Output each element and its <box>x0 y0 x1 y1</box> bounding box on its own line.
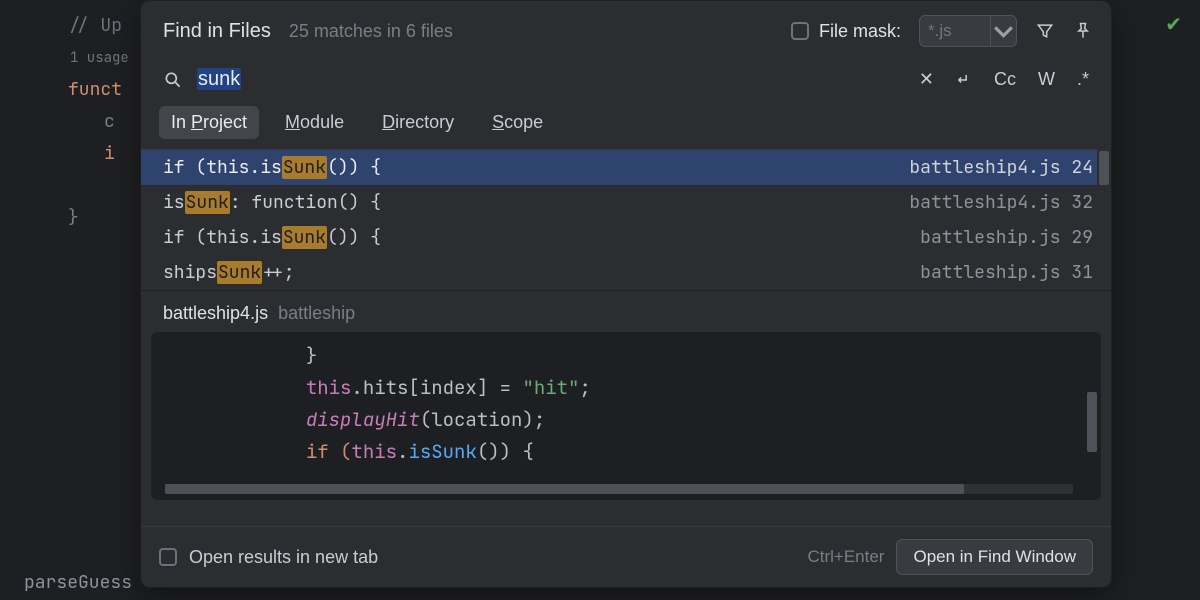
file-mask-label: File mask: <box>819 21 901 42</box>
usages-hint: 1 usage <box>68 42 129 74</box>
open-new-tab-checkbox[interactable] <box>159 548 177 566</box>
code-char: c <box>68 106 115 138</box>
clear-search-icon[interactable]: ✕ <box>919 69 934 90</box>
search-text: sunk <box>197 68 241 90</box>
file-mask-field[interactable] <box>919 15 1017 47</box>
code-char: i <box>68 138 115 170</box>
pin-icon[interactable] <box>1073 21 1093 41</box>
preview-h-scrollbar[interactable] <box>165 484 1073 494</box>
dialog-titlebar: Find in Files 25 matches in 6 files File… <box>141 1 1111 57</box>
file-mask-checkbox[interactable] <box>791 22 809 40</box>
editor-bottom-text: parseGuess <box>24 571 132 594</box>
code-kw: funct <box>68 74 122 106</box>
file-mask-group: File mask: <box>791 21 901 42</box>
preview-file: battleship4.js <box>163 303 268 324</box>
words-toggle[interactable]: W <box>1034 67 1059 92</box>
results-list: if (this.isSunk()) { battleship4.js 24 i… <box>141 149 1111 290</box>
tab-scope[interactable]: Scope <box>480 106 555 139</box>
preview-v-scrollbar[interactable] <box>1087 392 1097 452</box>
inspection-ok-icon[interactable]: ✔ <box>1165 12 1182 37</box>
results-scrollbar[interactable] <box>1097 149 1111 290</box>
tab-in-project[interactable]: In Project <box>159 106 259 139</box>
filter-icon[interactable] <box>1035 21 1055 41</box>
match-case-toggle[interactable]: Cc <box>990 67 1020 92</box>
tab-directory[interactable]: Directory <box>370 106 466 139</box>
code-comment: // Up <box>68 10 122 42</box>
match-count: 25 matches in 6 files <box>289 21 453 42</box>
dialog-footer: Open results in new tab Ctrl+Enter Open … <box>141 526 1111 587</box>
preview-header: battleship4.js battleship <box>141 290 1111 332</box>
newline-toggle[interactable] <box>948 68 976 92</box>
file-mask-input[interactable] <box>920 21 990 41</box>
preview-path: battleship <box>278 303 355 324</box>
result-row[interactable]: if (this.isSunk()) { battleship.js 29 <box>141 220 1111 255</box>
dialog-title: Find in Files <box>163 20 271 43</box>
chevron-down-icon <box>991 19 1016 44</box>
find-in-files-dialog: Find in Files 25 matches in 6 files File… <box>140 0 1112 588</box>
search-input[interactable]: sunk <box>197 68 905 91</box>
shortcut-hint: Ctrl+Enter <box>807 547 884 567</box>
scope-tabs: In Project Module Directory Scope <box>141 100 1111 149</box>
search-row: sunk ✕ Cc W .* <box>141 57 1111 100</box>
file-mask-dropdown[interactable] <box>990 16 1016 46</box>
result-row[interactable]: isSunk: function() { battleship4.js 32 <box>141 185 1111 220</box>
result-row[interactable]: shipsSunk++; battleship.js 31 <box>141 255 1111 290</box>
open-in-find-window-button[interactable]: Open in Find Window <box>896 539 1093 575</box>
open-new-tab-label: Open results in new tab <box>189 547 378 568</box>
code-brace: } <box>68 202 79 234</box>
result-row[interactable]: if (this.isSunk()) { battleship4.js 24 <box>141 150 1111 185</box>
regex-toggle[interactable]: .* <box>1073 67 1093 92</box>
search-icon[interactable] <box>163 70 183 90</box>
tab-module[interactable]: Module <box>273 106 356 139</box>
preview-pane[interactable]: } this.hits[index] = "hit"; displayHit(l… <box>151 332 1101 500</box>
